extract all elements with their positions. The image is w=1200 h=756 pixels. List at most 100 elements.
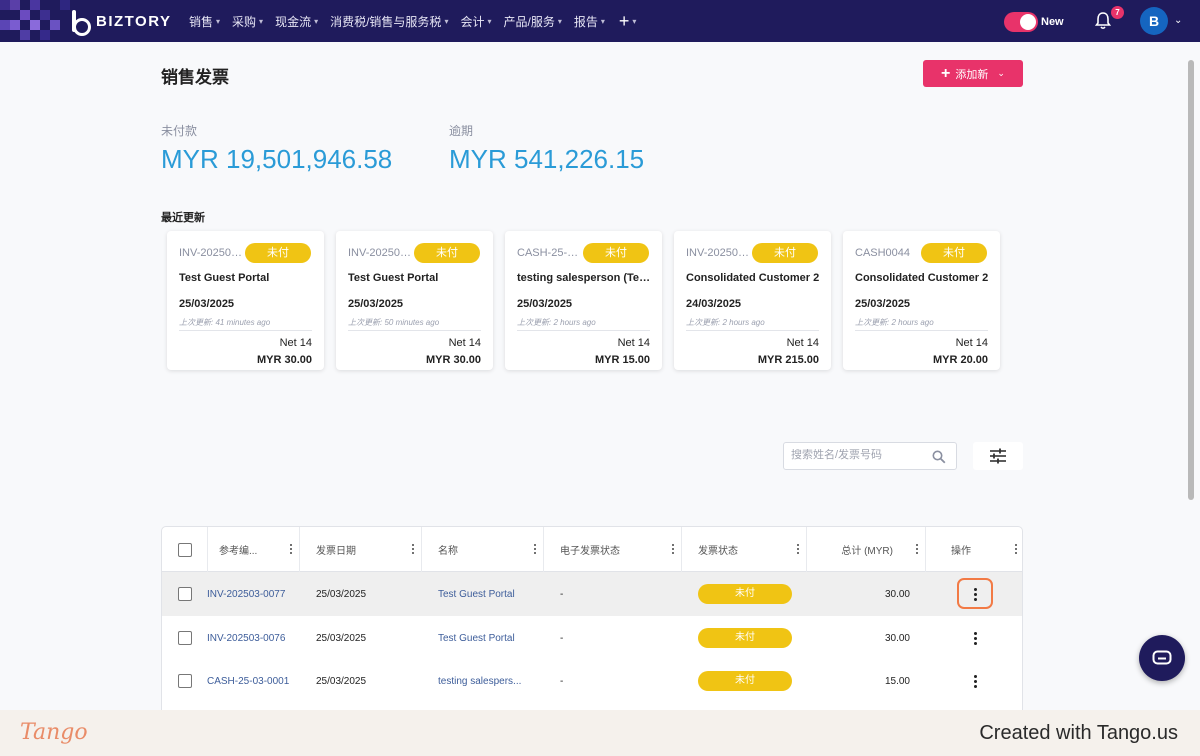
column-header-date[interactable]: 发票日期 (300, 527, 422, 572)
einvoice-status: - (560, 632, 564, 644)
overdue-label: 逾期 (449, 124, 474, 138)
main-nav: 销售 ▾ 采购 ▾ 现金流 ▾ 消费税/销售与服务税 ▾ 会计 ▾ 产品/服务 ▾ 报告 ▾ … (189, 0, 636, 42)
card-date: 25/03/2025 (348, 298, 404, 310)
column-header-label: 操作 (951, 546, 971, 557)
invoice-ref-link[interactable]: INV-202503-0077 (207, 572, 285, 616)
nav-quick-add[interactable]: + ▾ (617, 11, 637, 32)
row-select-cell (178, 616, 192, 660)
chevron-down-icon: ▾ (314, 16, 319, 26)
filter-button[interactable] (973, 442, 1023, 470)
divider (517, 330, 650, 331)
chat-support-button[interactable] (1139, 635, 1185, 681)
row-actions-button[interactable] (973, 572, 977, 616)
card-amount: MYR 30.00 (425, 354, 481, 366)
column-header-status[interactable]: 发票状态 (682, 527, 807, 572)
row-checkbox[interactable] (178, 674, 192, 688)
row-checkbox[interactable] (178, 587, 192, 601)
column-menu-icon[interactable] (412, 544, 415, 556)
scrollbar-thumb[interactable] (1188, 60, 1194, 500)
nav-label: 现金流 (275, 14, 312, 29)
search-input[interactable] (791, 449, 931, 461)
table-header: 参考编... 发票日期 名称 电子发票状态 发票状态 总计 (MYR) 操作 (162, 527, 1022, 572)
column-header-label: 参考编... (219, 546, 258, 557)
sliders-icon (990, 448, 1006, 464)
column-menu-icon[interactable] (672, 544, 675, 556)
column-header-einvoice[interactable]: 电子发票状态 (544, 527, 682, 572)
status-badge: 未付 (698, 628, 792, 648)
customer-link[interactable]: testing salespers... (438, 659, 521, 703)
select-all-checkbox[interactable] (177, 542, 192, 557)
search-box (783, 442, 957, 470)
tango-logo: Tango (20, 720, 88, 745)
column-menu-icon[interactable] (534, 544, 537, 556)
card-terms: Net 14 (955, 337, 988, 349)
page-title: 销售发票 (161, 68, 229, 87)
recent-invoice-card[interactable]: INV-202503... 未付 Test Guest Portal 25/03… (336, 231, 493, 370)
card-customer: Consolidated Customer 2 (686, 272, 820, 284)
column-menu-icon[interactable] (916, 544, 919, 556)
column-menu-icon[interactable] (290, 544, 293, 556)
invoice-total: 15.00 (884, 675, 910, 687)
invoice-table: 参考编... 发票日期 名称 电子发票状态 发票状态 总计 (MYR) 操作 I… (161, 526, 1023, 716)
column-header-name[interactable]: 名称 (422, 527, 544, 572)
toggle-label: New (1041, 16, 1064, 28)
nav-accounting[interactable]: 会计 ▾ (460, 13, 491, 30)
nav-products[interactable]: 产品/服务 ▾ (503, 13, 561, 30)
column-header-ref[interactable]: 参考编... (208, 527, 300, 572)
invoice-ref-link[interactable]: INV-202503-0076 (207, 616, 285, 660)
row-actions-button[interactable] (973, 616, 977, 660)
invoice-date: 25/03/2025 (316, 675, 367, 687)
column-menu-icon[interactable] (1015, 544, 1018, 556)
card-customer: Test Guest Portal (348, 272, 439, 284)
tango-footer: Tango Created with Tango.us (0, 710, 1200, 756)
chevron-down-icon: ▾ (487, 16, 492, 26)
status-badge: 未付 (698, 671, 792, 691)
divider (348, 330, 481, 331)
divider (686, 330, 819, 331)
chevron-down-icon: ▾ (444, 16, 449, 26)
table-row[interactable]: INV-202503-0077 25/03/2025 Test Guest Po… (162, 572, 1022, 616)
bell-icon[interactable] (1093, 11, 1113, 31)
add-new-label: 添加新 (955, 68, 989, 81)
chevron-down-icon: ▾ (259, 16, 264, 26)
biztory-logo[interactable]: BIZTORY (70, 10, 172, 36)
table-row[interactable]: CASH-25-03-0001 25/03/2025 testing sales… (162, 659, 1022, 703)
nav-purchases[interactable]: 采购 ▾ (232, 13, 263, 30)
search-icon[interactable] (932, 450, 946, 464)
chevron-down-icon[interactable]: ⌄ (1174, 15, 1182, 26)
einvoice-status: - (560, 675, 564, 687)
recent-invoice-card[interactable]: CASH0044 未付 Consolidated Customer 2 25/0… (843, 231, 1000, 370)
column-header-label: 电子发票状态 (560, 546, 620, 557)
recent-invoice-card[interactable]: INV-202503... 未付 Consolidated Customer 2… (674, 231, 831, 370)
column-header-total[interactable]: 总计 (MYR) (807, 527, 926, 572)
customer-link[interactable]: Test Guest Portal (438, 616, 515, 660)
recent-invoice-card[interactable]: INV-202503... 未付 Test Guest Portal 25/03… (167, 231, 324, 370)
recent-invoice-card[interactable]: CASH-25-03... 未付 testing salesperson (Te… (505, 231, 662, 370)
invoice-ref-link[interactable]: CASH-25-03-0001 (207, 659, 289, 703)
divider (179, 330, 312, 331)
add-new-button[interactable]: + 添加新 ⌄ (923, 60, 1023, 87)
nav-label: 采购 (232, 14, 257, 29)
chevron-down-icon: ⌄ (997, 68, 1005, 78)
column-header-actions[interactable]: 操作 (926, 527, 1022, 572)
nav-sales[interactable]: 销售 ▾ (189, 13, 220, 30)
nav-reports[interactable]: 报告 ▾ (574, 13, 605, 30)
invoice-date: 25/03/2025 (316, 588, 367, 600)
column-menu-icon[interactable] (797, 544, 800, 556)
customer-link[interactable]: Test Guest Portal (438, 572, 515, 616)
nav-tax[interactable]: 消费税/销售与服务税 ▾ (330, 13, 448, 30)
column-header-label: 总计 (MYR) (841, 546, 893, 557)
table-row[interactable]: INV-202503-0076 25/03/2025 Test Guest Po… (162, 616, 1022, 660)
status-badge: 未付 (698, 584, 792, 604)
nav-label: 产品/服务 (503, 14, 555, 29)
nav-cashflow[interactable]: 现金流 ▾ (275, 13, 318, 30)
row-actions-button[interactable] (973, 659, 977, 703)
new-ui-toggle[interactable] (1004, 12, 1038, 32)
row-checkbox[interactable] (178, 631, 192, 645)
status-badge: 未付 (414, 243, 480, 263)
card-terms: Net 14 (279, 337, 312, 349)
chevron-down-icon: ▾ (600, 16, 605, 26)
avatar[interactable]: B (1140, 7, 1168, 35)
status-cell: 未付 (698, 616, 792, 660)
card-updated: 上次更新: 41 minutes ago (179, 318, 271, 327)
